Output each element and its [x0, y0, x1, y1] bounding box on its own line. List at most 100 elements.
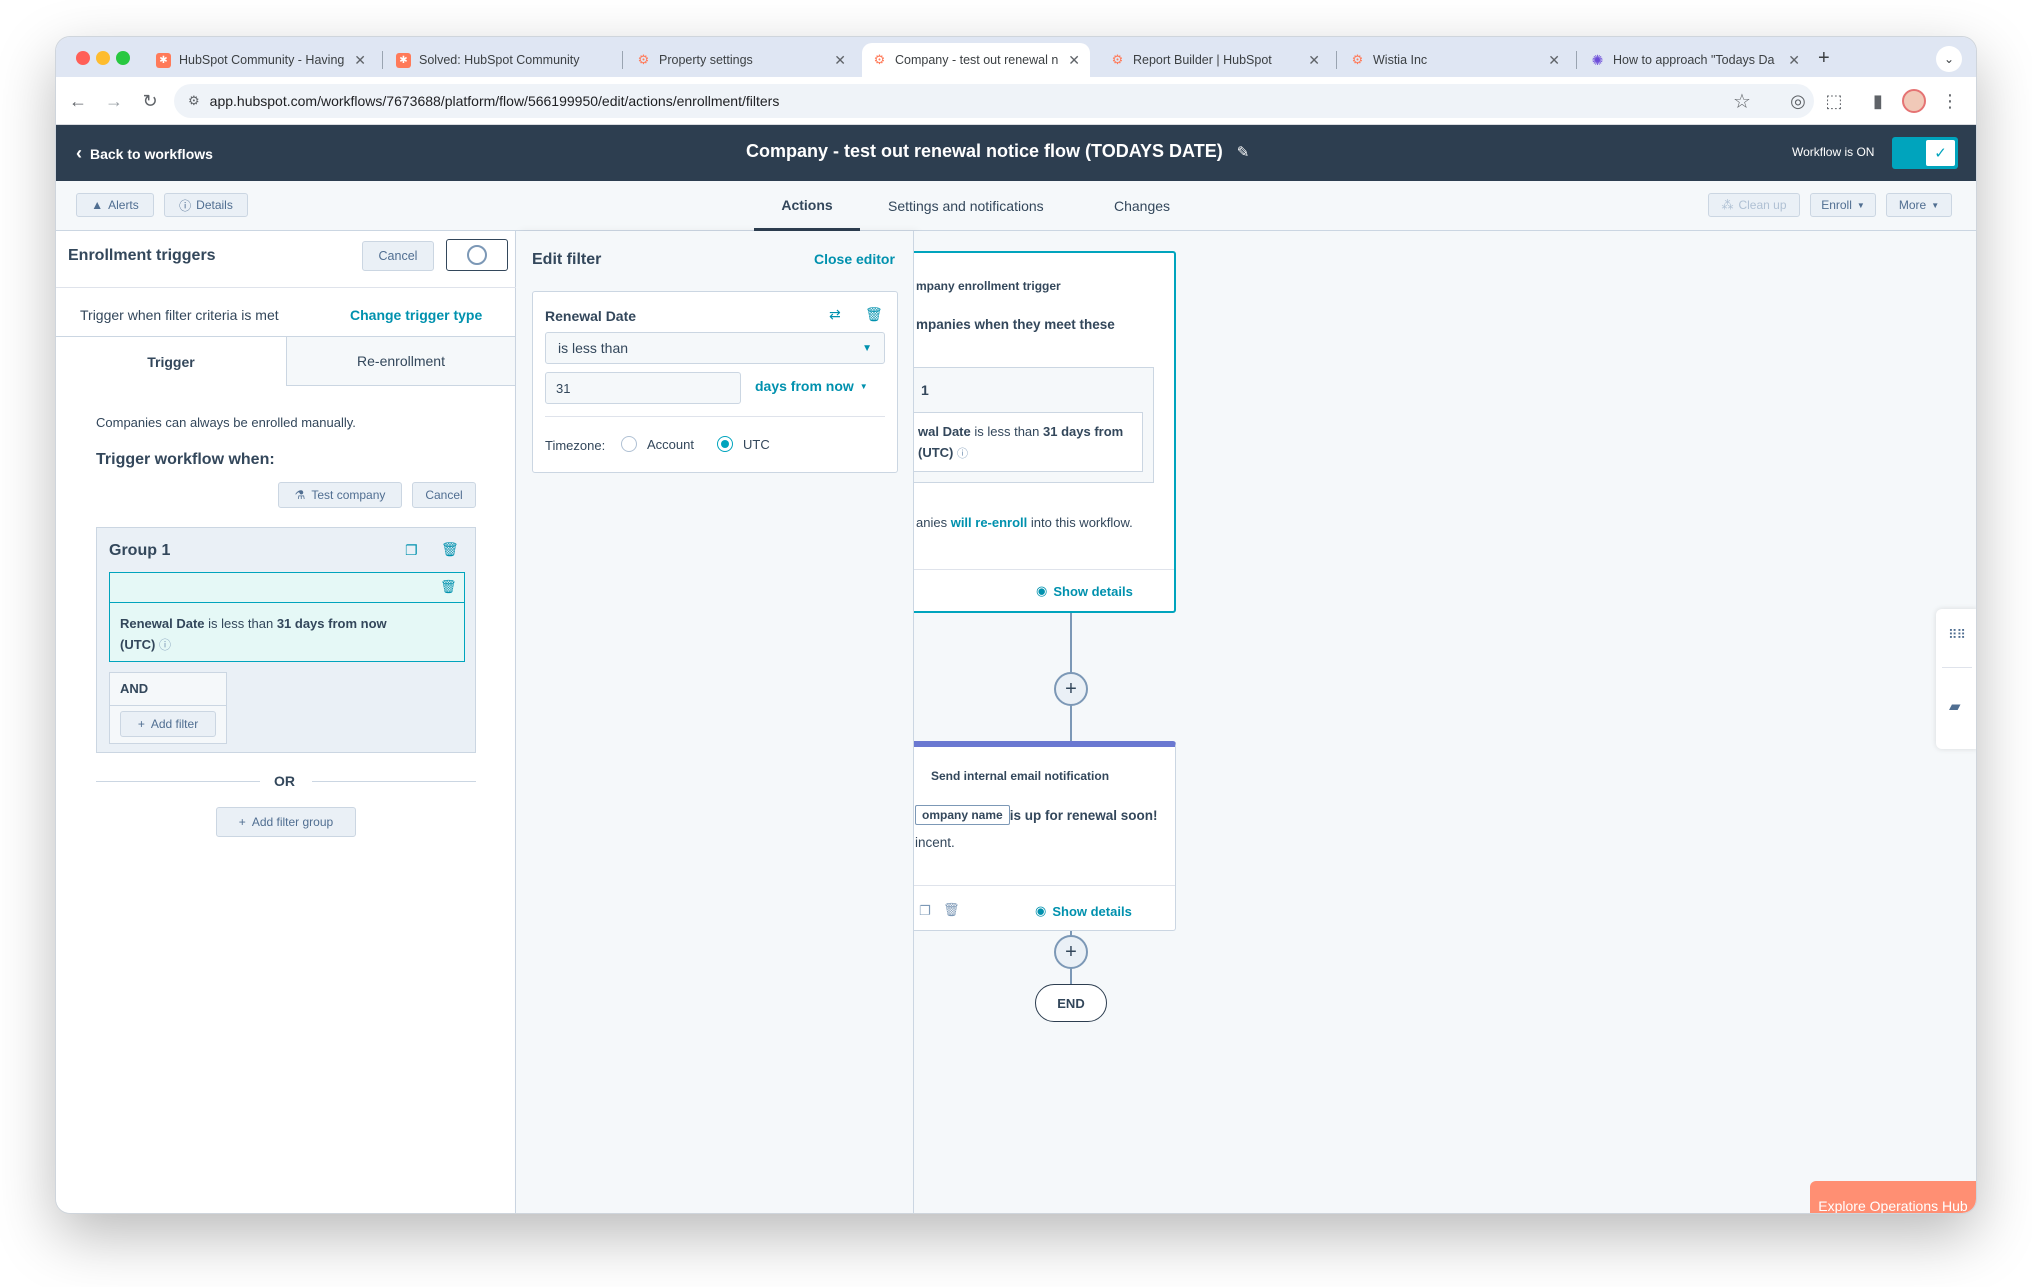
- pencil-edit-icon[interactable]: ✎: [1237, 143, 1250, 161]
- browser-tab[interactable]: ✱ HubSpot Community - Having ✕: [146, 43, 376, 77]
- tab-trigger[interactable]: Trigger: [56, 336, 286, 386]
- trash-icon[interactable]: 🗑: [441, 541, 459, 558]
- workflow-title[interactable]: Company - test out renewal notice flow (…: [746, 141, 1223, 162]
- change-trigger-type-link[interactable]: Change trigger type: [350, 307, 482, 323]
- browser-tab[interactable]: ⚙ Report Builder | HubSpot ✕: [1100, 43, 1330, 77]
- timezone-utc-radio[interactable]: UTC: [717, 436, 770, 452]
- close-window-icon[interactable]: [76, 51, 90, 65]
- alerts-button[interactable]: ▲ Alerts: [76, 193, 154, 217]
- minimize-window-icon[interactable]: [96, 51, 110, 65]
- close-tab-icon[interactable]: ✕: [1548, 52, 1560, 69]
- close-tab-icon[interactable]: ✕: [1068, 52, 1080, 69]
- back-arrow-icon[interactable]: ←: [64, 87, 92, 115]
- reenroll-link[interactable]: will re-enroll: [951, 515, 1028, 530]
- extension-icon[interactable]: ◎: [1784, 87, 1812, 115]
- filter-summary: Renewal Date is less than 31 days from n…: [120, 613, 450, 656]
- explore-operations-hub-button[interactable]: Explore Operations Hub: [1810, 1181, 1976, 1213]
- trash-icon[interactable]: 🗑: [865, 306, 883, 323]
- maximize-window-icon[interactable]: [116, 51, 130, 65]
- clone-icon[interactable]: ❐: [919, 903, 931, 919]
- trash-icon[interactable]: 🗑: [440, 579, 457, 595]
- more-dropdown-button[interactable]: More ▼: [1886, 193, 1952, 217]
- caret-down-icon: ▼: [862, 342, 872, 354]
- trigger-heading: Trigger workflow when:: [96, 451, 275, 468]
- tab-changes[interactable]: Changes: [1114, 181, 1170, 231]
- filter-property: wal Date: [918, 424, 971, 439]
- tab-re-enrollment[interactable]: Re-enrollment: [286, 336, 516, 386]
- show-details-link[interactable]: ◉ Show details: [1035, 903, 1132, 919]
- browser-tab[interactable]: ✺ How to approach "Todays Da ✕: [1580, 43, 1810, 77]
- tab-actions[interactable]: Actions: [754, 181, 860, 231]
- or-label: OR: [274, 773, 295, 789]
- add-filter-button[interactable]: + Add filter: [120, 711, 216, 737]
- url-bar[interactable]: ⚙ app.hubspot.com/workflows/7673688/plat…: [174, 84, 1814, 118]
- enroll-dropdown-button[interactable]: Enroll ▼: [1810, 193, 1876, 217]
- chat-bubble-icon[interactable]: ▰: [1949, 697, 1961, 715]
- site-settings-icon[interactable]: ⚙: [188, 93, 200, 109]
- puzzle-extensions-icon[interactable]: ⬚: [1820, 87, 1848, 115]
- or-divider-left: [96, 781, 260, 782]
- timezone-account-radio[interactable]: Account: [621, 436, 694, 452]
- browser-tab[interactable]: ✱ Solved: HubSpot Community: [386, 43, 616, 77]
- close-tab-icon[interactable]: ✕: [1788, 52, 1800, 69]
- browser-menu-icon[interactable]: ⋮: [1936, 87, 1964, 115]
- profile-avatar[interactable]: [1902, 89, 1926, 113]
- browser-tab[interactable]: ⚙ Property settings ✕: [626, 43, 856, 77]
- close-tab-icon[interactable]: ✕: [1308, 52, 1320, 69]
- add-filter-group-button[interactable]: + Add filter group: [216, 807, 356, 837]
- add-action-button[interactable]: +: [1054, 672, 1088, 706]
- timezone-account-label: Account: [647, 436, 694, 452]
- add-filter-group-label: Add filter group: [251, 815, 334, 829]
- info-icon[interactable]: ⓘ: [957, 448, 968, 460]
- filter-timezone: (UTC): [918, 445, 954, 460]
- clean-up-label: Clean up: [1738, 198, 1787, 212]
- grid-dots-icon[interactable]: ⠿⠿: [1948, 627, 1966, 643]
- enrollment-trigger-card[interactable]: mpany enrollment trigger mpanies when th…: [914, 251, 1176, 613]
- info-icon[interactable]: ⓘ: [159, 638, 171, 652]
- bookmark-star-icon[interactable]: ☆: [1728, 87, 1756, 115]
- trash-icon[interactable]: 🗑: [943, 902, 960, 918]
- save-toggle-button[interactable]: [446, 239, 508, 271]
- browser-tab-active[interactable]: ⚙ Company - test out renewal n ✕: [862, 43, 1090, 77]
- close-tab-icon[interactable]: ✕: [354, 52, 366, 69]
- tab-title: How to approach "Todays Da: [1613, 53, 1775, 67]
- tab-settings-and-notifications[interactable]: Settings and notifications: [888, 181, 1044, 231]
- loading-circle-icon: [467, 245, 487, 265]
- manual-enrollment-note: Companies can always be enrolled manuall…: [96, 415, 356, 430]
- tab-search-chevron-icon[interactable]: ⌄: [1936, 46, 1962, 72]
- plus-icon: +: [137, 717, 145, 731]
- filter-item[interactable]: 🗑 Renewal Date is less than 31 days from…: [109, 572, 465, 662]
- close-tab-icon[interactable]: ✕: [834, 52, 846, 69]
- new-tab-button[interactable]: +: [1818, 47, 1830, 70]
- reenroll-post: into this workflow.: [1027, 515, 1133, 530]
- clone-icon[interactable]: ❐: [405, 542, 418, 559]
- workflow-canvas: mpany enrollment trigger mpanies when th…: [914, 231, 1976, 1213]
- filter-operator: is less than: [970, 424, 1044, 439]
- show-details-link[interactable]: ◉ Show details: [1036, 583, 1133, 599]
- add-action-button[interactable]: +: [1054, 935, 1088, 969]
- clean-up-button[interactable]: ⁂ Clean up: [1708, 193, 1800, 217]
- side-panel-icon[interactable]: ▮: [1864, 87, 1892, 115]
- send-internal-email-action-card[interactable]: Send internal email notification ompany …: [914, 741, 1176, 931]
- back-to-workflows-link[interactable]: ‹ Back to workflows: [76, 143, 213, 164]
- cancel-test-button[interactable]: Cancel: [412, 482, 476, 508]
- hubspot-favicon-icon: ⚙: [637, 52, 650, 67]
- edit-filter-title: Edit filter: [532, 251, 602, 268]
- forward-arrow-icon[interactable]: →: [100, 87, 128, 115]
- details-button[interactable]: ⓘ Details: [164, 193, 248, 217]
- details-label: Details: [196, 198, 233, 212]
- browser-tab[interactable]: ⚙ Wistia Inc ✕: [1340, 43, 1570, 77]
- swap-icon[interactable]: ⇄: [829, 306, 841, 323]
- test-company-button[interactable]: ⚗ Test company: [278, 482, 402, 508]
- add-filter-label: Add filter: [150, 717, 199, 731]
- days-value-input[interactable]: 31: [545, 372, 741, 404]
- alerts-label: Alerts: [108, 198, 139, 212]
- divider: [1942, 667, 1972, 668]
- hubspot-favicon-icon: ⚙: [1111, 52, 1124, 67]
- cancel-button[interactable]: Cancel: [362, 241, 434, 271]
- close-editor-link[interactable]: Close editor: [814, 251, 895, 267]
- unit-dropdown[interactable]: days from now ▼: [755, 378, 868, 394]
- operator-select[interactable]: is less than ▼: [545, 332, 885, 364]
- reload-icon[interactable]: ↻: [136, 87, 164, 115]
- workflow-on-toggle[interactable]: ✓: [1892, 137, 1958, 169]
